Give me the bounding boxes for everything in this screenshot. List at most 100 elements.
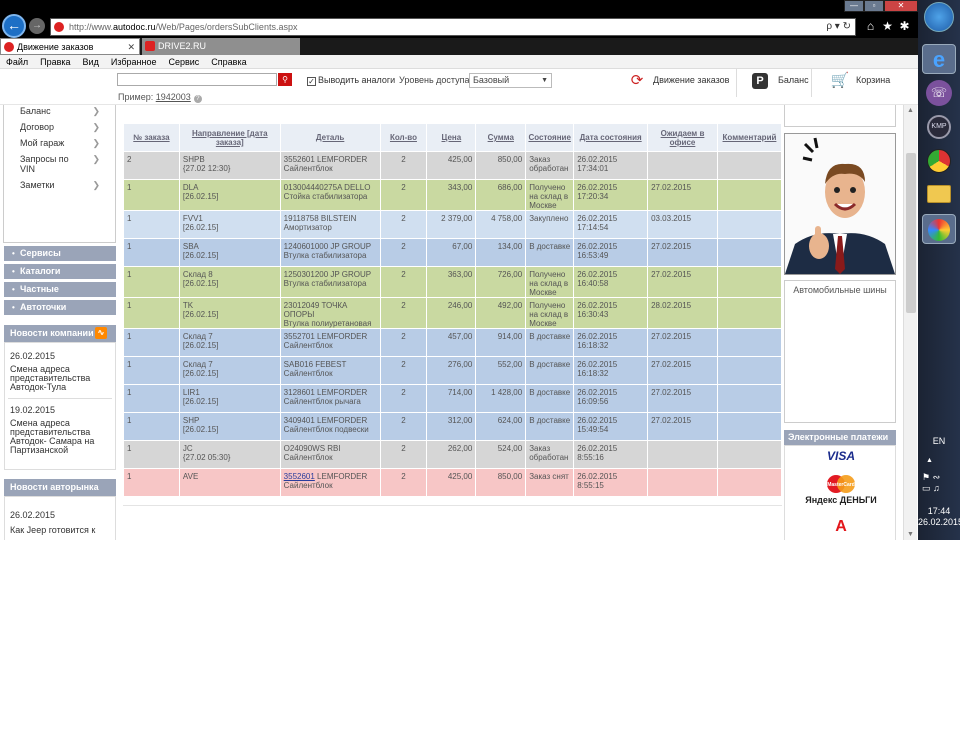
internet-explorer-icon[interactable]: e — [922, 44, 956, 74]
col-quantity-header[interactable]: Кол-во — [379, 123, 428, 152]
rss-icon[interactable]: ∿ — [95, 327, 107, 339]
company-news-header[interactable]: Новости компании ∿ — [4, 325, 116, 342]
sidebar-item-vin-requests[interactable]: Запросы по VIN ❯ — [20, 154, 100, 174]
cell-state-date-text: 26.02.2015 — [577, 472, 618, 481]
private-ads-button[interactable]: •Частные объявления — [4, 282, 116, 309]
cart-link[interactable]: 🛒 Корзина — [830, 69, 900, 97]
cell-expected-office: 28.02.2015 — [647, 297, 718, 329]
home-icon[interactable]: ⌂ — [862, 18, 879, 34]
chevron-right-icon: ❯ — [92, 122, 100, 132]
menu-bar: Файл Правка Вид Избранное Сервис Справка — [0, 55, 918, 69]
sidebar-item-balance[interactable]: Баланс ❯ — [20, 106, 110, 116]
menu-edit[interactable]: Правка — [34, 55, 76, 69]
mastercard-logo[interactable]: MasterCard — [785, 474, 897, 496]
tab-drive2[interactable]: DRIVE2.RU — [142, 38, 300, 55]
market-news-list: 26.02.2015 Как Jeep готовится к — [4, 496, 116, 540]
menu-tools[interactable]: Сервис — [162, 55, 205, 69]
visa-logo[interactable]: VISA — [785, 449, 897, 463]
chevron-right-icon: ❯ — [92, 138, 100, 148]
sidebar-item-notes[interactable]: Заметки ❯ — [20, 180, 110, 190]
col-part-header[interactable]: Деталь — [279, 123, 381, 152]
tyres-banner[interactable]: Автомобильные шины — [784, 280, 896, 423]
menu-help[interactable]: Справка — [205, 55, 252, 69]
example-link[interactable]: 1942003 — [156, 92, 191, 102]
access-level-select[interactable]: Базовый ▼ — [469, 73, 552, 88]
kmplayer-icon[interactable]: KMP — [922, 112, 956, 142]
cell-state-text: Заказ обработан — [529, 155, 569, 173]
back-button[interactable]: ← — [2, 14, 26, 38]
balance-link[interactable]: P Баланс — [752, 69, 812, 97]
tray-expand-icon[interactable]: ▲ — [926, 457, 933, 464]
col-state-header[interactable]: Состояние — [525, 123, 575, 152]
address-bar-icons[interactable]: ρ ▾ ↻ — [826, 19, 851, 35]
close-window-button[interactable]: ✕ — [884, 0, 918, 12]
page-scrollbar[interactable]: ▲ ▼ — [903, 105, 917, 540]
col-direction-header[interactable]: Направление [дата заказа] — [178, 123, 281, 152]
col-comment-header[interactable]: Комментарий — [716, 123, 783, 152]
news-item-link[interactable]: Смена адреса представительства Автодок-Т… — [10, 365, 110, 392]
search-input[interactable] — [117, 73, 277, 86]
clock[interactable]: 17:44 26.02.2015 — [918, 506, 960, 528]
sidebar-item-garage[interactable]: Мой гараж ❯ — [20, 138, 110, 148]
menu-file[interactable]: Файл — [0, 55, 34, 69]
search-button[interactable]: ⚲ — [278, 73, 292, 86]
favorites-star-icon[interactable]: ★ — [879, 18, 896, 34]
settings-gear-icon[interactable]: ✱ — [896, 18, 913, 34]
scroll-down-arrow-icon[interactable]: ▼ — [907, 531, 914, 538]
part-number-link[interactable]: 3552601 — [284, 472, 315, 481]
menu-favorites[interactable]: Избранное — [105, 55, 163, 69]
col-order-number-header[interactable]: № заказа — [123, 123, 180, 152]
market-news-header[interactable]: Новости авторынка — [4, 479, 116, 496]
scrollbar-thumb[interactable] — [906, 153, 916, 313]
cell-price: 2 379,00 — [426, 210, 477, 239]
start-button-icon[interactable] — [924, 2, 954, 32]
checkbox-checked-icon[interactable]: ✓ — [307, 77, 316, 86]
scroll-up-arrow-icon[interactable]: ▲ — [907, 107, 914, 114]
url-host: autodoc.ru — [113, 22, 156, 32]
sidebar-item-contract[interactable]: Договор ❯ — [20, 122, 110, 132]
chrome-icon[interactable] — [922, 146, 956, 176]
cell-part: 3552701 LEMFORDER Сайлентблок — [279, 328, 381, 357]
alfa-bank-logo[interactable]: А — [785, 518, 897, 536]
tab-orders-movement[interactable]: Движение заказов ✕ — [0, 38, 140, 55]
cell-quantity: 2 — [379, 356, 428, 385]
paint-icon[interactable] — [922, 214, 956, 244]
autopoints-button[interactable]: • Автоточки — [4, 300, 116, 315]
orders-cycle-icon: ⟳ — [630, 72, 644, 89]
address-bar[interactable]: http://www.autodoc.ru/Web/Pages/ordersSu… — [50, 18, 856, 36]
help-icon[interactable]: ? — [193, 95, 202, 103]
forward-button[interactable]: → — [29, 18, 45, 34]
cell-direction-text: {27.02 05:30} — [182, 453, 231, 462]
news-item-link[interactable]: Как Jeep готовится к — [10, 526, 110, 535]
yandex-money-logo[interactable]: Яндекс ДЕНЬГИ — [785, 496, 897, 505]
cell-part-text: 013004440275A DELLO — [283, 183, 371, 192]
viber-icon[interactable]: ☏ — [922, 78, 956, 108]
cell-sum: 4 758,00 — [475, 210, 527, 239]
cell-order-number-text: 1 — [127, 416, 132, 425]
col-price-header[interactable]: Цена — [426, 123, 477, 152]
col-state-date-header[interactable]: Дата состояния — [573, 123, 649, 152]
news-item-link[interactable]: Смена адреса представительства Автодок- … — [10, 419, 110, 455]
cell-state-text: Заказ снят — [529, 472, 569, 481]
language-indicator[interactable]: EN — [918, 436, 960, 446]
analogs-checkbox[interactable]: ✓ Выводить аналоги — [307, 75, 395, 86]
file-explorer-icon[interactable] — [922, 180, 956, 210]
payments-header: Электронные платежи — [784, 430, 896, 445]
cell-expected-office-text: 27.02.2015 — [651, 270, 692, 279]
cell-state: Закуплено — [525, 210, 575, 239]
tab-close-icon[interactable]: ✕ — [127, 39, 135, 55]
cell-expected-office: 27.02.2015 — [647, 238, 718, 267]
promo-banner[interactable] — [784, 133, 896, 275]
catalogs-button[interactable]: • Каталоги — [4, 264, 116, 279]
minimize-button[interactable]: — — [844, 0, 864, 12]
col-sum-header[interactable]: Сумма — [475, 123, 527, 152]
system-tray-icons[interactable]: ⚑ ∾ ▭ ♫ — [922, 472, 958, 494]
menu-view[interactable]: Вид — [77, 55, 105, 69]
cell-state-date-text: 16:53:49 — [577, 251, 609, 260]
col-expected-office-header[interactable]: Ожидаем в офисе — [647, 123, 718, 152]
cell-sum: 134,00 — [475, 238, 527, 267]
orders-movement-link[interactable]: ⟳ Движение заказов — [627, 69, 737, 97]
maximize-button[interactable]: ▫ — [864, 0, 884, 12]
services-button[interactable]: • Сервисы — [4, 246, 116, 261]
cell-state-date-text: 17:20:34 — [577, 192, 609, 201]
